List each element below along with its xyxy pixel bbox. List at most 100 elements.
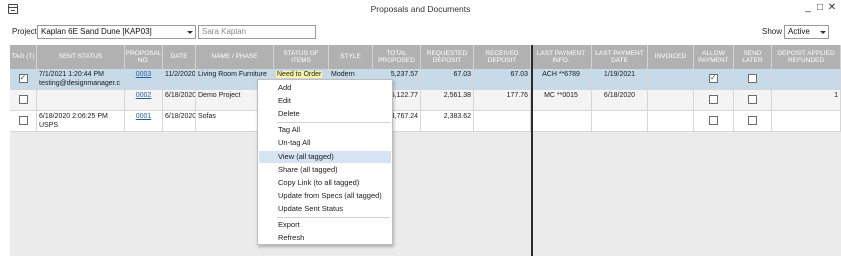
title-bar: Proposals and Documents _ □ ✕ [0,0,841,20]
menu-item-share-all-tagged[interactable]: Share (all tagged) [259,164,391,176]
send-later-checkbox[interactable] [748,74,757,83]
menu-item-view-all-tagged[interactable]: View (all tagged) [259,151,391,163]
menu-item-refresh[interactable]: Refresh [259,232,391,244]
col-deposit-applied[interactable]: DEPOSIT APPLIED REFUNDED [772,45,841,69]
menu-item-add[interactable]: Add [259,82,391,94]
tag-cell[interactable] [10,111,37,132]
tag-checkbox[interactable] [18,116,28,125]
col-proposal-no[interactable]: PROPOSAL NO. [125,45,163,69]
menu-item-copy-link[interactable]: Copy Link (to all tagged) [259,177,391,189]
maximize-button[interactable]: □ [814,1,826,15]
col-style[interactable]: STYLE [329,45,373,69]
date-cell: 11/2/2020 [163,69,196,90]
proposal-link[interactable]: 0002 [136,92,152,99]
allow-payment-checkbox[interactable] [709,95,718,104]
send-later-checkbox[interactable] [748,116,757,125]
allow-payment-cell [694,90,734,111]
col-received-deposit[interactable]: RECEIVED DEPOSIT [474,45,531,69]
proposal-link[interactable]: 0003 [136,71,152,78]
allow-payment-checkbox[interactable] [709,116,718,125]
sent-status-to: testing@designmanager.c [39,79,121,87]
received-deposit-cell [474,111,531,132]
col-allow-payment[interactable]: ALLOW PAYMENT [694,45,734,69]
requested-deposit-cell: 2,561.38 [421,90,474,111]
col-date[interactable]: DATE [163,45,196,69]
sent-status-date: 6/18/2020 2:06:25 PM [39,113,108,120]
proposals-grid: TAG (T) SENT STATUS PROPOSAL NO. DATE NA… [10,45,841,256]
deposit-applied-cell [772,69,841,90]
col-status-of-items[interactable]: STATUS OF ITEMS [274,45,329,69]
menu-item-untag-all[interactable]: Un-tag All [259,137,391,149]
menu-separator [277,217,390,218]
col-last-payment-info[interactable]: LAST PAYMENT INFO. [531,45,592,69]
received-deposit-cell: 177.76 [474,90,531,111]
requested-deposit-cell: 67.03 [421,69,474,90]
menu-item-update-sent-status[interactable]: Update Sent Status [259,203,391,215]
show-select[interactable]: Active [784,25,829,39]
chevron-down-icon [187,31,193,34]
sent-status-cell [37,90,125,111]
proposal-no-cell: 0003 [125,69,163,90]
table-row[interactable]: 0002 6/18/2020 Demo Project 5,122.77 2,5… [10,90,841,111]
client-field[interactable]: Sara Kaplan [198,25,316,39]
date-cell: 6/18/2020 [163,111,196,132]
tag-cell[interactable] [10,69,37,90]
close-button[interactable]: ✕ [826,1,838,15]
tag-cell[interactable] [10,90,37,111]
menu-item-tag-all[interactable]: Tag All [259,124,391,136]
col-name-phase[interactable]: NAME / PHASE [196,45,274,69]
show-select-value: Active [788,27,810,36]
proposal-no-cell: 0001 [125,111,163,132]
menu-item-edit[interactable]: Edit [259,95,391,107]
menu-item-update-from-specs[interactable]: Update from Specs (all tagged) [259,190,391,202]
sent-status-date: 7/1/2021 1:20:44 PM [39,71,104,78]
send-later-checkbox[interactable] [748,95,757,104]
frozen-columns-splitter[interactable] [531,45,533,256]
sent-status-cell: 6/18/2020 2:06:25 PM USPS [37,111,125,132]
allow-payment-cell [694,111,734,132]
last-payment-date-cell [592,111,648,132]
menu-item-delete[interactable]: Delete [259,108,391,120]
project-label: Project [12,27,37,36]
col-total-proposed[interactable]: TOTAL PROPOSED [373,45,421,69]
proposal-link[interactable]: 0001 [136,113,152,120]
last-payment-date-cell: 6/18/2020 [592,90,648,111]
last-payment-info-cell: ACH **6789 [531,69,592,90]
invoiced-cell [648,111,694,132]
minimize-button[interactable]: _ [802,1,814,15]
toolbar: Project Kaplan 6E Sand Dune [KAP03] Sara… [0,22,841,44]
menu-item-export[interactable]: Export [259,219,391,231]
send-later-cell [734,90,772,111]
client-field-value: Sara Kaplan [202,27,247,36]
show-label: Show [762,27,783,36]
col-last-payment-date[interactable]: LAST PAYMENT DATE [592,45,648,69]
date-cell: 6/18/2020 [163,90,196,111]
col-send-later[interactable]: SEND LATER [734,45,772,69]
tag-checkbox[interactable] [18,95,28,104]
send-later-cell [734,111,772,132]
chevron-down-icon [820,31,826,34]
sent-status-cell: 7/1/2021 1:20:44 PM testing@designmanage… [37,69,125,90]
col-requested-deposit[interactable]: REQUESTED DEPOSIT [421,45,474,69]
grid-header: TAG (T) SENT STATUS PROPOSAL NO. DATE NA… [10,45,841,69]
received-deposit-cell: 67.03 [474,69,531,90]
project-select[interactable]: Kaplan 6E Sand Dune [KAP03] [37,25,196,39]
table-row[interactable]: 6/18/2020 2:06:25 PM USPS 0001 6/18/2020… [10,111,841,132]
table-row[interactable]: 7/1/2021 1:20:44 PM testing@designmanage… [10,69,841,90]
allow-payment-checkbox[interactable] [709,73,718,83]
proposal-no-cell: 0002 [125,90,163,111]
last-payment-date-cell: 1/19/2021 [592,69,648,90]
deposit-applied-cell: 1 [772,90,841,111]
invoiced-cell [648,69,694,90]
tag-checkbox[interactable] [18,73,28,83]
allow-payment-cell [694,69,734,90]
deposit-applied-cell [772,111,841,132]
col-invoiced[interactable]: INVOICED [648,45,694,69]
col-sent-status[interactable]: SENT STATUS [37,45,125,69]
col-tag[interactable]: TAG (T) [10,45,37,69]
menu-separator [277,122,390,123]
sent-status-to: USPS [39,121,59,129]
project-select-value: Kaplan 6E Sand Dune [KAP03] [41,27,152,36]
requested-deposit-cell: 2,383.62 [421,111,474,132]
send-later-cell [734,69,772,90]
